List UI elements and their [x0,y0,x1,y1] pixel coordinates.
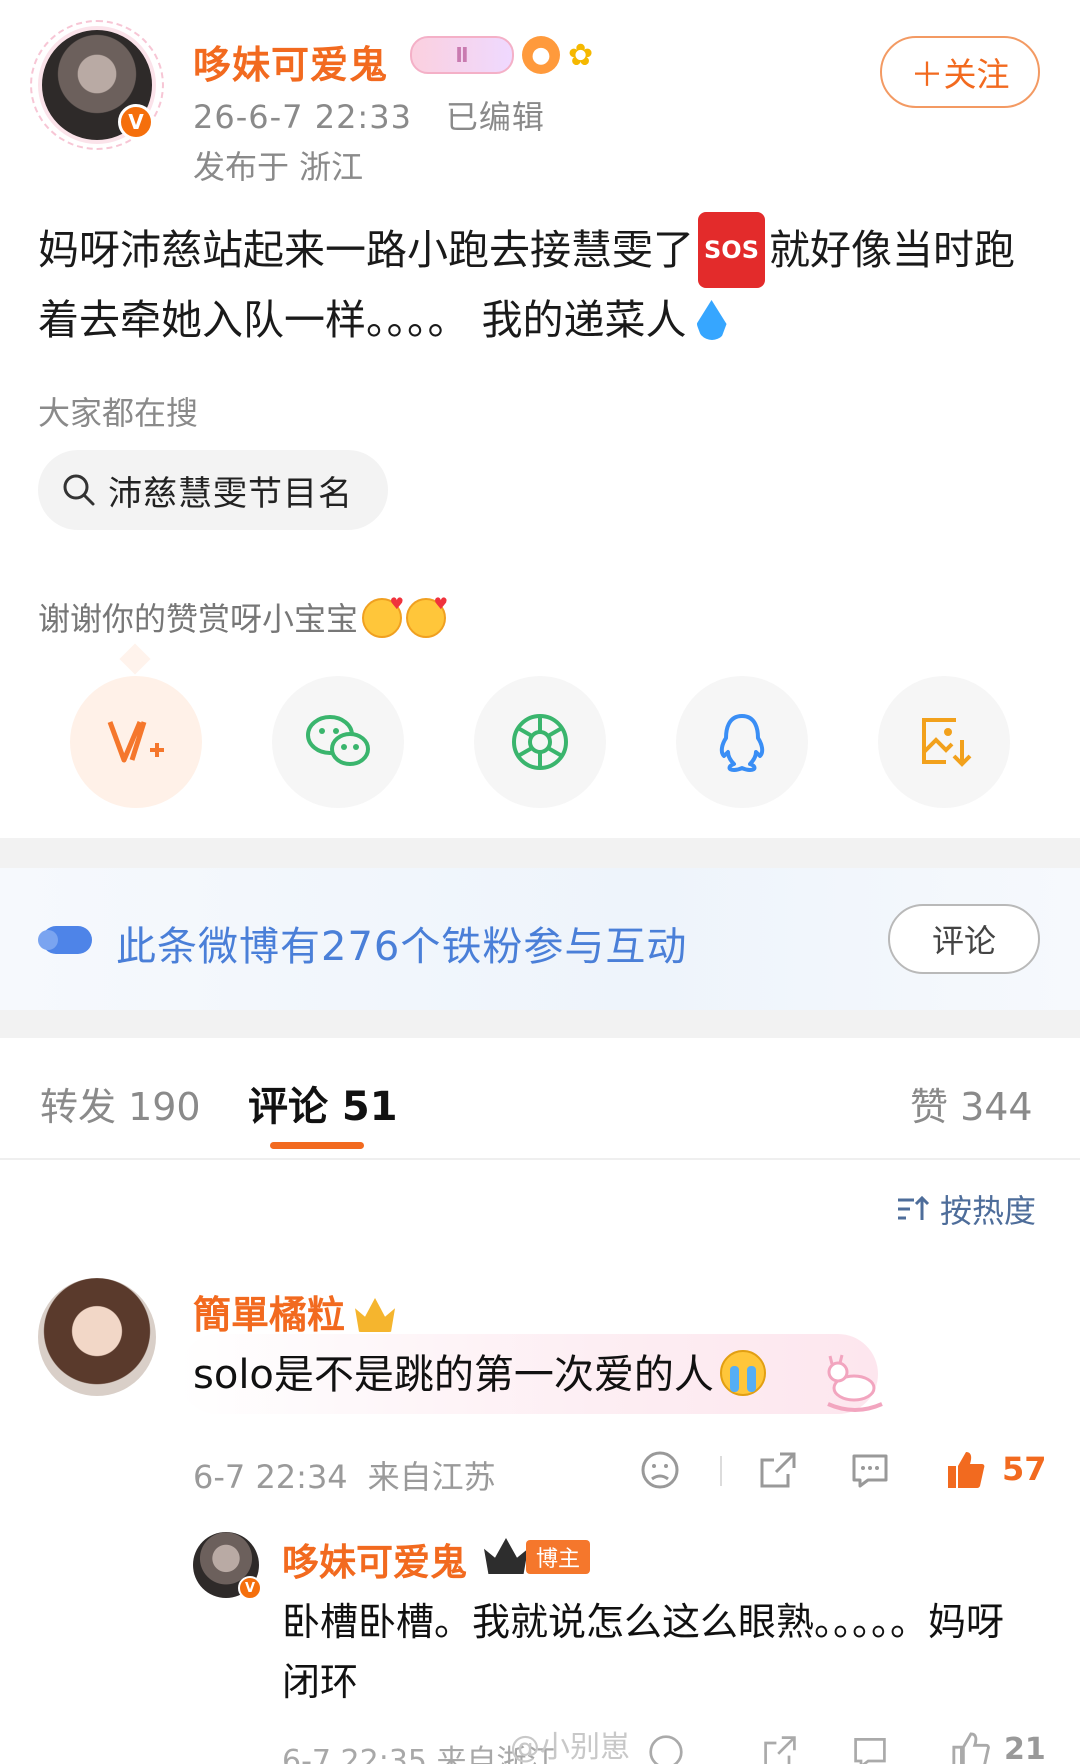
reply-like-count: 21 [1004,1732,1046,1764]
fans-icon [38,926,92,954]
share-row [0,676,1080,808]
commenter-name-text: 簡單橘粒 [193,1293,346,1337]
comment-location: 来自江苏 [367,1458,496,1496]
comment-like-count: 57 [1002,1450,1047,1488]
post-text: 妈呀沛慈站起来一路小跑去接慧雯了 SOS 就好像当时跑着去牵她入队一样。。。。 我的… [38,212,1048,352]
droplet-icon [696,300,727,340]
comment-meta: 6-7 22:34 来自江苏 [193,1452,496,1498]
watermark: @小别崽 [510,1730,630,1764]
author-badges: Ⅱ ● ✿ [410,36,593,74]
search-icon [63,474,95,506]
sunflower-badge-icon: ✿ [568,37,594,73]
host-badge: 博主 [526,1540,591,1574]
trending-search-chip[interactable]: 沛慈慧雯节目名 [38,450,388,530]
post-edited-label: 已编辑 [445,98,545,136]
reply-author-name[interactable]: 哆妹可爱鬼 [282,1532,467,1586]
share-icon[interactable] [762,1734,798,1764]
trending-search-title: 大家都在搜 [38,394,199,432]
qq-share-button[interactable] [676,676,808,808]
section-separator [0,838,1080,868]
dislike-icon[interactable] [648,1734,684,1764]
tab-like[interactable]: 赞 344 [910,1076,1033,1131]
like-icon[interactable] [950,1732,990,1764]
sort-label: 按热度 [940,1192,1037,1230]
post-timestamp: 26-6-7 22:33 [193,98,412,136]
section-separator [0,1010,1080,1038]
dislike-icon[interactable] [640,1450,680,1490]
follow-button[interactable]: ＋关注 [880,36,1040,108]
action-divider [720,1456,722,1486]
sort-icon [898,1195,930,1220]
qq-icon [719,714,765,772]
post-location: 发布于 浙江 [193,148,364,186]
comment-text: solo是不是跳的第一次爱的人 [193,1342,766,1400]
comment-time: 6-7 22:34 [193,1458,348,1496]
crown-badge-icon [355,1298,396,1332]
author-name[interactable]: 哆妹可爱鬼 [193,34,388,89]
crying-emoji-icon [719,1350,766,1396]
reply-icon[interactable] [852,1734,888,1764]
moments-share-button[interactable] [474,676,606,808]
wechat-icon [306,715,370,766]
tip-thanks-text: 谢谢你的赞赏呀小宝宝 [38,594,448,640]
like-icon[interactable] [944,1450,986,1490]
level-badge: Ⅱ [410,36,514,74]
share-icon[interactable] [758,1450,798,1490]
smiling-hearts-emoji-icon [406,594,448,638]
crown-level-badge-icon [484,1538,528,1574]
commenter-avatar[interactable] [38,1278,156,1396]
fans-interaction-text[interactable]: 此条微博有276个铁粉参与互动 [116,914,687,972]
trending-search-text: 沛慈慧雯节目名 [108,473,353,514]
tab-repost[interactable]: 转发 190 [40,1076,201,1131]
fish-badge-icon: ● [522,36,560,74]
post-meta: 26-6-7 22:33 已编辑 [193,92,545,138]
tab-comment[interactable]: 评论 51 [248,1074,398,1132]
vplus-share-button[interactable] [70,676,202,808]
smiling-hearts-emoji-icon [362,594,404,638]
save-image-share-button[interactable] [878,676,1010,808]
reply-icon[interactable] [850,1450,890,1490]
save-image-icon [922,718,972,767]
moments-icon [512,714,568,770]
active-tab-indicator [270,1142,364,1149]
post-text-part1: 妈呀沛慈站起来一路小跑去接慧雯了 [38,226,694,274]
tab-divider [0,1158,1080,1160]
sort-toggle[interactable]: 按热度 [896,1186,1036,1232]
share-pointer [119,643,151,675]
comment-text-body: solo是不是跳的第一次爱的人 [193,1352,714,1398]
sos-icon: SOS [698,212,765,288]
verified-badge-icon: V [118,104,154,140]
rocking-horse-decoration-icon [827,1354,883,1412]
wechat-share-button[interactable] [272,676,404,808]
banner-comment-button[interactable]: 评论 [888,904,1040,974]
reply-time: 6-7 22:35 [282,1744,427,1764]
tip-thanks-label: 谢谢你的赞赏呀小宝宝 [38,600,359,638]
reply-text: 卧槽卧槽。我就说怎么这么眼熟。。。。。妈呀闭环 [282,1600,1005,1704]
vplus-icon [107,721,164,763]
commenter-name[interactable]: 簡單橘粒 [193,1284,396,1339]
verified-badge-icon: V [238,1576,262,1600]
